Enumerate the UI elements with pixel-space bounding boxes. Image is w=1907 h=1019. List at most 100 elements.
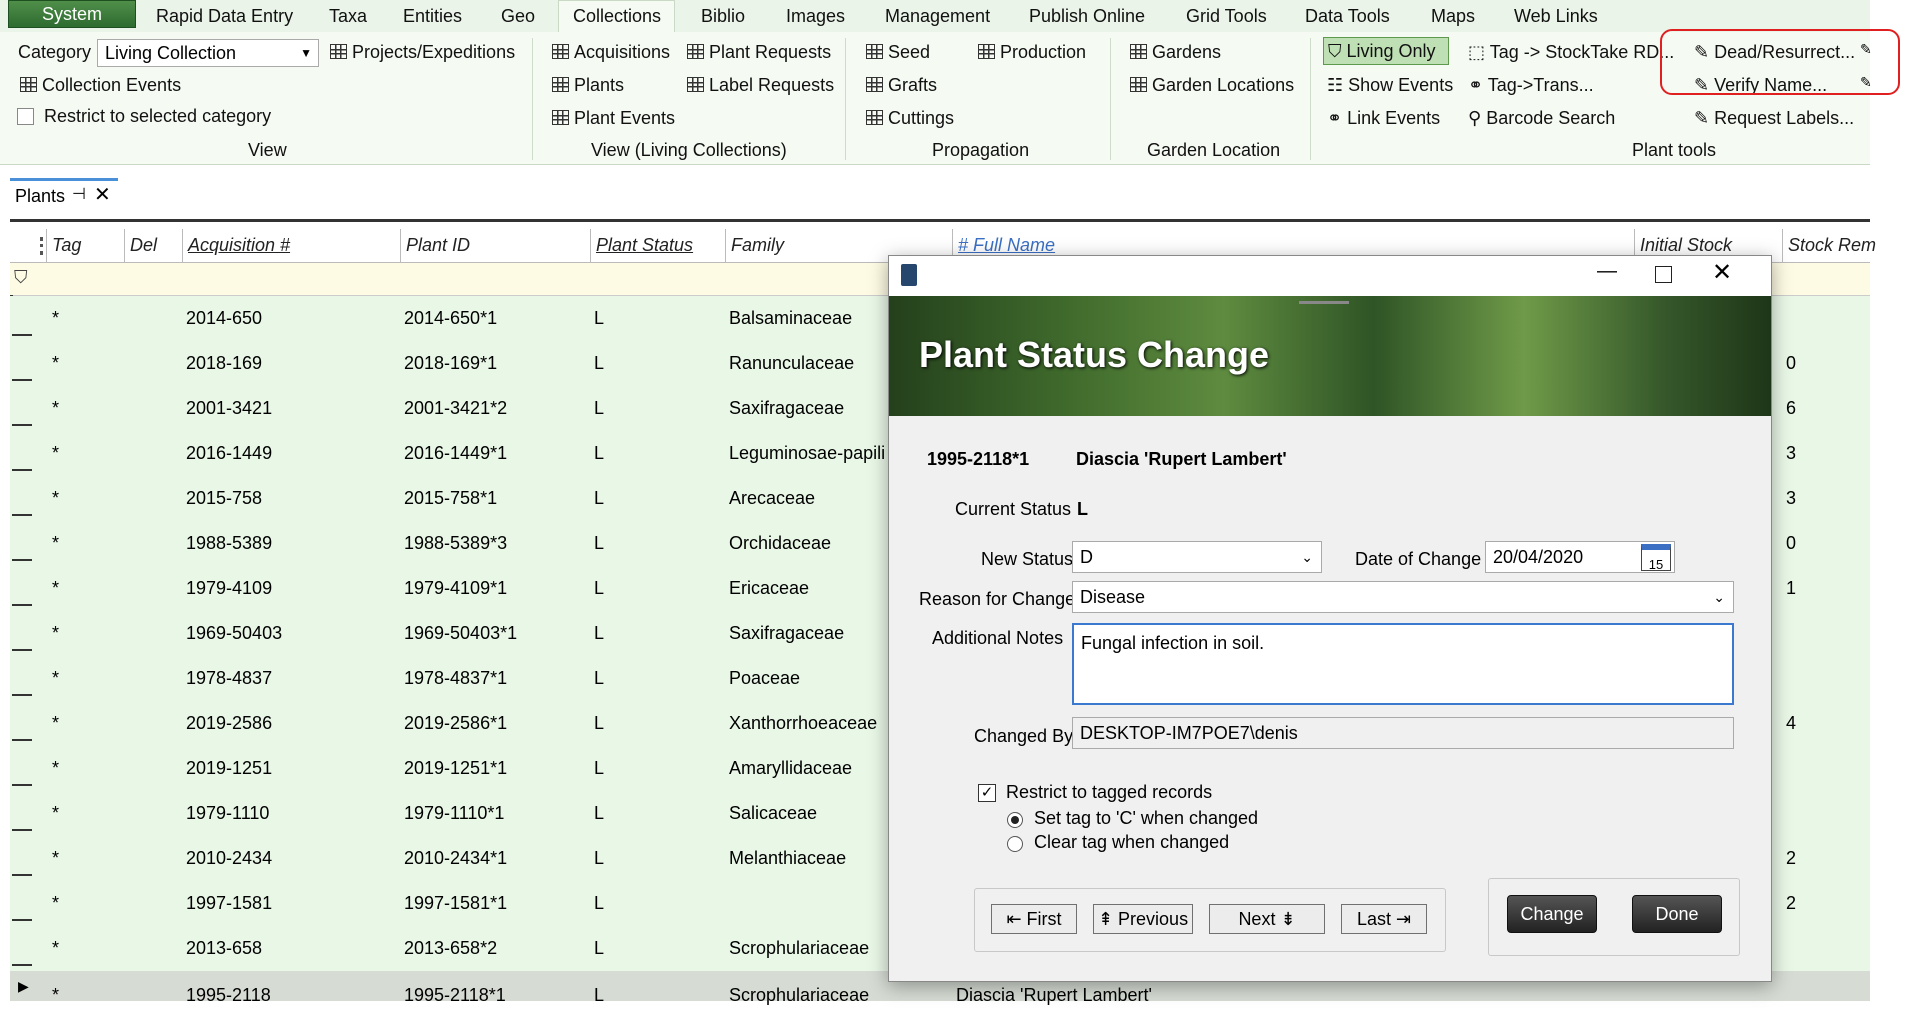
dialog-banner: Plant Status Change xyxy=(889,296,1771,416)
row-acquisition-cell: 2019-1251 xyxy=(186,758,273,778)
first-button[interactable]: ⇤ First xyxy=(991,904,1077,934)
tag-trans-button[interactable]: ⚭ Tag->Trans... xyxy=(1468,72,1594,98)
clear-tag-radio[interactable] xyxy=(1007,836,1023,852)
menu-management[interactable]: Management xyxy=(885,0,990,32)
row-tag-cell: * xyxy=(52,938,60,958)
col-plant-id[interactable]: Plant ID xyxy=(400,229,586,262)
tab-plants[interactable]: Plants ⊣ ✕ xyxy=(10,178,118,213)
tag-stocktake-button[interactable]: ⬚ Tag -> StockTake RD... xyxy=(1468,39,1674,65)
minimize-icon[interactable]: — xyxy=(1597,260,1617,283)
set-tag-label: Set tag to 'C' when changed xyxy=(1034,808,1259,828)
notes-textarea[interactable]: Fungal infection in soil. xyxy=(1072,623,1734,705)
row-status-cell: L xyxy=(594,443,605,463)
label-requests-button[interactable]: Label Requests xyxy=(687,72,834,98)
row-status-cell: L xyxy=(594,848,605,868)
barcode-search-button[interactable]: ⚲ Barcode Search xyxy=(1468,105,1615,131)
plants-button[interactable]: Plants xyxy=(552,72,624,98)
menu-web-links[interactable]: Web Links xyxy=(1514,0,1598,32)
collection-events-button[interactable]: Collection Events xyxy=(20,72,181,98)
tab-plants-label: Plants xyxy=(15,186,66,206)
date-of-change-label: Date of Change xyxy=(1355,549,1482,569)
cuttings-button[interactable]: Cuttings xyxy=(866,105,954,131)
maximize-icon[interactable] xyxy=(1655,266,1672,283)
chevron-down-icon: ⌄ xyxy=(1301,549,1313,565)
projects-expeditions-button[interactable]: Projects/Expeditions xyxy=(330,39,515,65)
done-button[interactable]: Done xyxy=(1632,895,1722,933)
acquisitions-button[interactable]: Acquisitions xyxy=(552,39,670,65)
menu-data-tools[interactable]: Data Tools xyxy=(1305,0,1390,32)
new-status-label: New Status xyxy=(981,549,1074,569)
reason-select[interactable]: Disease ⌄ xyxy=(1072,581,1734,613)
col-plant-status[interactable]: Plant Status xyxy=(590,229,721,262)
row-stock-cell: 6 xyxy=(1786,398,1797,418)
new-status-select[interactable]: D ⌄ xyxy=(1072,541,1322,573)
seed-button[interactable]: Seed xyxy=(866,39,930,65)
last-button[interactable]: Last ⇥ xyxy=(1341,904,1427,934)
menu-grid-tools[interactable]: Grid Tools xyxy=(1186,0,1267,32)
plant-name-value: Diascia 'Rupert Lambert' xyxy=(1076,449,1287,469)
plant-status-change-dialog: — ✕ Plant Status Change 1995-2118*1 Dias… xyxy=(888,255,1772,982)
menu-biblio[interactable]: Biblio xyxy=(701,0,745,32)
row-tag-cell: * xyxy=(52,668,60,688)
row-plant-id-cell: 2001-3421*2 xyxy=(404,398,508,418)
first-icon: ⇤ xyxy=(1006,909,1027,929)
row-acquisition-cell: 2010-2434 xyxy=(186,848,273,868)
previous-button[interactable]: ⇞ Previous xyxy=(1093,904,1193,934)
row-acquisition-cell: 2013-658 xyxy=(186,938,263,958)
row-family-cell: Balsaminaceae xyxy=(729,308,853,328)
view-group-label: View xyxy=(248,140,287,160)
row-plant-id-cell: 2013-658*2 xyxy=(404,938,498,958)
next-button[interactable]: Next ⇟ xyxy=(1209,904,1325,934)
calendar-icon[interactable]: 15 xyxy=(1641,544,1671,572)
gardens-button[interactable]: Gardens xyxy=(1130,39,1221,65)
menu-entities[interactable]: Entities xyxy=(403,0,462,32)
filter-icon: ⛉ xyxy=(1328,41,1347,61)
restrict-tagged-checkbox[interactable]: ✓ xyxy=(978,784,996,802)
col-acquisition[interactable]: Acquisition # xyxy=(182,229,398,262)
request-labels-button[interactable]: ✎ Request Labels... xyxy=(1694,105,1854,131)
menu-geo[interactable]: Geo xyxy=(501,0,535,32)
row-family-cell: Arecaceae xyxy=(729,488,816,508)
col-tag[interactable]: Tag xyxy=(46,229,128,262)
menu-images[interactable]: Images xyxy=(786,0,845,32)
menu-maps[interactable]: Maps xyxy=(1431,0,1475,32)
clear-tag-label: Clear tag when changed xyxy=(1034,832,1230,852)
plant-events-button[interactable]: Plant Events xyxy=(552,105,675,131)
close-icon[interactable]: ✕ xyxy=(94,182,111,207)
col-del[interactable]: Del xyxy=(124,229,190,262)
system-menu-button[interactable]: System xyxy=(8,0,136,28)
restrict-category-checkbox[interactable] xyxy=(17,108,34,125)
row-tag-cell: * xyxy=(52,713,60,733)
close-icon[interactable]: ✕ xyxy=(1712,258,1732,287)
category-select[interactable]: Living Collection ▼ xyxy=(97,39,319,67)
set-tag-radio[interactable] xyxy=(1007,812,1023,828)
plant-requests-button[interactable]: Plant Requests xyxy=(687,39,831,65)
annotation-highlight xyxy=(1660,29,1900,95)
row-marker xyxy=(12,739,32,741)
row-tag-cell: * xyxy=(52,758,60,778)
link-events-button[interactable]: ⚭ Link Events xyxy=(1327,105,1440,131)
row-stock-cell: 3 xyxy=(1786,488,1797,508)
ribbon-separator xyxy=(845,38,846,160)
show-events-button[interactable]: ☷ Show Events xyxy=(1327,72,1453,98)
col-stock-removed[interactable]: Stock Remo xyxy=(1782,229,1876,262)
living-only-toggle[interactable]: ⛉ Living Only xyxy=(1323,37,1449,65)
row-family-cell: Salicaceae xyxy=(729,803,818,823)
menu-collections[interactable]: Collections xyxy=(573,0,661,32)
row-marker xyxy=(12,379,32,381)
garden-locations-button[interactable]: Garden Locations xyxy=(1130,72,1294,98)
change-button[interactable]: Change xyxy=(1507,895,1597,933)
menu-rapid-data-entry[interactable]: Rapid Data Entry xyxy=(156,0,293,32)
grid-icon xyxy=(866,77,883,93)
notes-label: Additional Notes xyxy=(932,628,1064,648)
production-button[interactable]: Production xyxy=(978,39,1086,65)
row-acquisition-cell: 1969-50403 xyxy=(186,623,283,643)
row-plant-id-cell: 2019-2586*1 xyxy=(404,713,508,733)
menu-taxa[interactable]: Taxa xyxy=(329,0,367,32)
pin-icon[interactable]: ⊣ xyxy=(72,184,86,204)
row-tag-cell: * xyxy=(52,443,60,463)
banner-title: Plant Status Change xyxy=(919,334,1270,375)
menu-publish-online[interactable]: Publish Online xyxy=(1029,0,1145,32)
grafts-button[interactable]: Grafts xyxy=(866,72,937,98)
garden-location-group-label: Garden Location xyxy=(1147,140,1281,160)
